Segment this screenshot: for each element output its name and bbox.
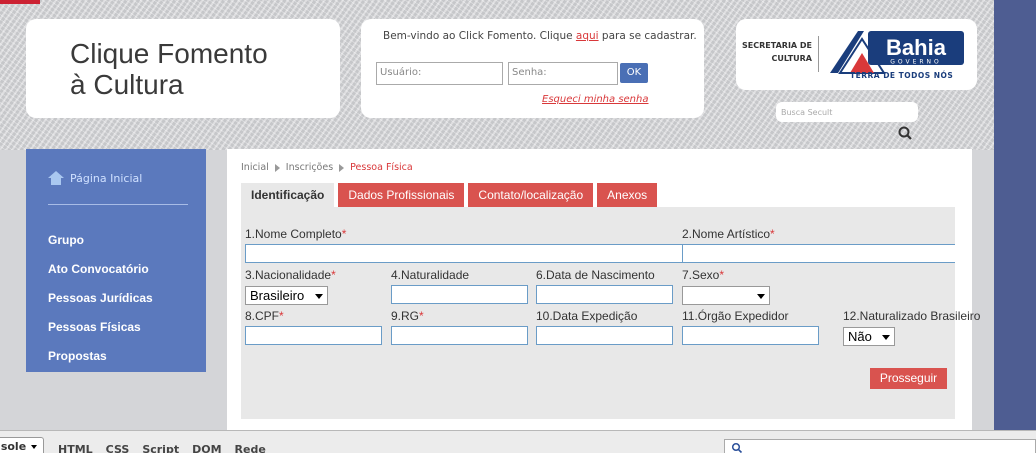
tab-anexos[interactable]: Anexos (597, 183, 658, 207)
welcome-prefix: Bem-vindo ao Click Fomento. Clique (383, 30, 576, 42)
required-mark: * (341, 227, 347, 241)
tab-contato-localizacao[interactable]: Contato/localização (468, 183, 594, 207)
field-label-rg: 9.RG* (391, 309, 424, 323)
field-label-sexo: 7.Sexo* (682, 268, 724, 282)
devtools-console-tab[interactable]: nsole (0, 437, 45, 453)
field-label-nome-artistico: 2.Nome Artístico* (682, 227, 775, 241)
nacionalidade-select[interactable]: Brasileiro (245, 286, 328, 305)
chevron-down-icon (882, 335, 890, 340)
required-mark: * (331, 268, 336, 282)
console-label: nsole (0, 440, 27, 453)
main-content: Inicial Inscrições Pessoa Física Identif… (227, 149, 980, 430)
naturalizado-select[interactable]: Não (843, 327, 895, 346)
required-mark: * (419, 309, 424, 323)
devtools-tab-script[interactable]: Script (142, 443, 179, 453)
nome-completo-input[interactable] (245, 244, 683, 263)
breadcrumb-current: Pessoa Física (350, 162, 413, 173)
site-logo[interactable]: Clique Fomento à Cultura (70, 38, 268, 100)
search-icon[interactable] (897, 125, 915, 141)
sidebar-item-pessoas-juridicas[interactable]: Pessoas Jurídicas (48, 291, 153, 305)
devtools-tabs: HTML CSS Script DOM Rede (58, 443, 266, 453)
identification-form: 1.Nome Completo* 2.Nome Artístico* 3.Nac… (241, 207, 980, 419)
select-value: Brasileiro (250, 288, 305, 303)
label-text: 7.Sexo (682, 268, 720, 282)
search-icon (731, 442, 743, 453)
government-logo-box: SECRETARIA DE CULTURA Bahia GOVERNO TERR… (736, 19, 977, 90)
field-label-data-expedicao: 10.Data Expedição (536, 309, 638, 323)
breadcrumb-arrow-icon (339, 163, 345, 172)
flag-strip (0, 0, 40, 4)
welcome-suffix: para se cadastrar. (598, 30, 697, 42)
form-tabs: Identificação Dados Profissionais Contat… (241, 183, 658, 207)
home-icon (48, 171, 64, 185)
devtools-tab-html[interactable]: HTML (58, 443, 93, 453)
sidebar-item-grupo[interactable]: Grupo (48, 233, 84, 247)
field-label-data-nascimento: 6.Data de Nascimento (536, 268, 655, 282)
welcome-text: Bem-vindo ao Click Fomento. Clique aqui … (383, 30, 697, 42)
label-text: 3.Nacionalidade (245, 268, 332, 282)
breadcrumb-item[interactable]: Inscrições (286, 162, 333, 173)
username-input[interactable]: Usuário: (376, 62, 503, 85)
secretaria-label: SECRETARIA DE CULTURA (742, 41, 812, 63)
proceed-button[interactable]: Prosseguir (870, 368, 947, 389)
chevron-down-icon (757, 294, 765, 299)
tab-identificacao[interactable]: Identificação (241, 183, 335, 207)
devtools-tab-css[interactable]: CSS (106, 443, 130, 453)
required-mark: * (719, 268, 725, 282)
bahia-sub: GOVERNO (890, 59, 942, 66)
select-value: Não (848, 329, 872, 344)
chevron-down-icon (315, 294, 323, 299)
chevron-down-icon (31, 444, 38, 449)
devtools-bar: nsole HTML CSS Script DOM Rede (0, 430, 1036, 453)
password-input[interactable]: Senha: (508, 62, 618, 85)
field-label-naturalidade: 4.Naturalidade (391, 268, 470, 282)
nome-artistico-input[interactable] (682, 244, 955, 263)
tab-dados-profissionais[interactable]: Dados Profissionais (338, 183, 465, 207)
field-label-nome-completo: 1.Nome Completo* (245, 227, 346, 241)
orgao-expedidor-input[interactable] (682, 326, 819, 345)
devtools-tab-rede[interactable]: Rede (235, 443, 266, 453)
breadcrumb: Inicial Inscrições Pessoa Física (241, 162, 413, 173)
label-text: 2.Nome Artístico (682, 227, 771, 241)
label-text: 1.Nome Completo (245, 227, 342, 241)
forgot-password-link[interactable]: Esqueci minha senha (542, 94, 649, 105)
sidebar-item-home[interactable]: Página Inicial (48, 171, 142, 185)
bahia-tagline: TERRA DE TODOS NÓS (850, 71, 954, 80)
label-text: 8.CPF (245, 309, 280, 323)
field-label-nacionalidade: 3.Nacionalidade* (245, 268, 336, 282)
breadcrumb-arrow-icon (274, 163, 280, 172)
sidebar-divider (48, 204, 188, 205)
required-mark: * (279, 309, 284, 323)
sidebar-item-propostas[interactable]: Propostas (48, 349, 107, 363)
register-link[interactable]: aqui (576, 30, 599, 42)
login-ok-button[interactable]: OK (620, 63, 648, 83)
sidebar-home-label: Página Inicial (70, 171, 143, 185)
field-label-naturalizado: 12.Naturalizado Brasileiro (843, 309, 981, 323)
data-nascimento-input[interactable] (536, 285, 673, 304)
devtools-search-input[interactable] (724, 439, 1036, 453)
sidebar: Página Inicial Grupo Ato Convocatório Pe… (26, 149, 206, 372)
data-expedicao-input[interactable] (536, 326, 673, 345)
window-frame-right (994, 0, 1036, 430)
sexo-select[interactable] (682, 286, 770, 305)
sidebar-item-ato-convocatorio[interactable]: Ato Convocatório (48, 262, 149, 276)
rg-input[interactable] (391, 326, 528, 345)
label-text: 9.RG (391, 309, 420, 323)
naturalidade-input[interactable] (391, 285, 528, 304)
cpf-input[interactable] (245, 326, 382, 345)
field-label-orgao-expedidor: 11.Órgão Expedidor (682, 309, 789, 323)
logo-divider (818, 36, 819, 72)
login-panel: Bem-vindo ao Click Fomento. Clique aqui … (361, 19, 704, 118)
required-mark: * (770, 227, 775, 241)
site-logo-box[interactable]: Clique Fomento à Cultura (26, 19, 340, 118)
bahia-name: Bahia (886, 35, 947, 60)
breadcrumb-item[interactable]: Inicial (241, 162, 269, 173)
site-search-input[interactable]: Busca Secult (776, 102, 918, 122)
field-label-cpf: 8.CPF* (245, 309, 284, 323)
devtools-tab-dom[interactable]: DOM (192, 443, 221, 453)
sidebar-item-pessoas-fisicas[interactable]: Pessoas Físicas (48, 320, 141, 334)
